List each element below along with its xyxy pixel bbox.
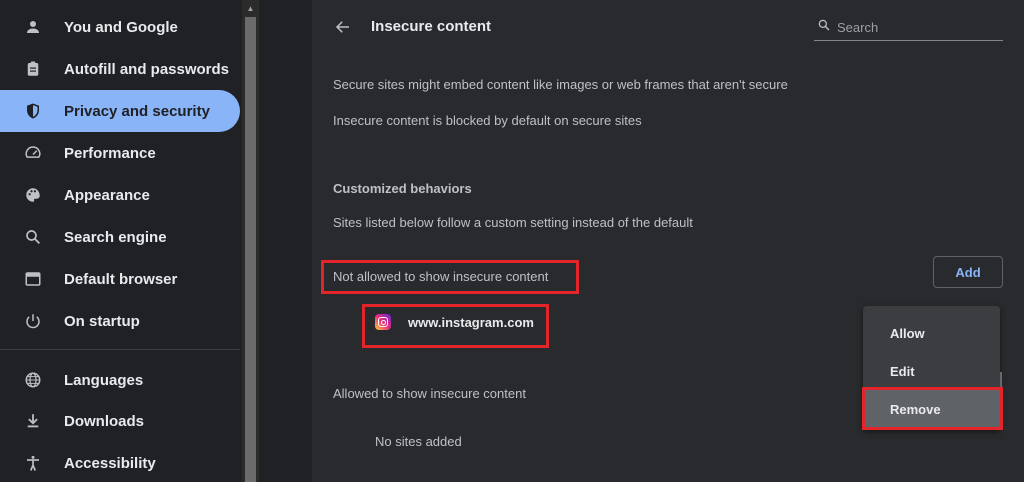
scroll-up-arrow-icon[interactable]: ▲ (242, 0, 259, 17)
sidebar-item-appearance[interactable]: Appearance (0, 174, 240, 216)
sidebar-item-label: Appearance (64, 186, 150, 204)
sidebar-item-label: Privacy and security (64, 102, 210, 120)
sidebar-item-autofill[interactable]: Autofill and passwords (0, 48, 240, 90)
scrollbar-thumb[interactable] (245, 17, 256, 482)
sidebar-divider (0, 349, 240, 350)
sidebar-item-downloads[interactable]: Downloads (0, 400, 240, 442)
sidebar-item-performance[interactable]: Performance (0, 132, 240, 174)
power-icon (24, 312, 42, 330)
sidebar-item-label: Downloads (64, 412, 145, 430)
accessibility-icon (24, 454, 42, 472)
search-input[interactable] (837, 19, 997, 35)
palette-icon (24, 186, 42, 204)
customized-behaviors-heading: Customized behaviors (333, 181, 472, 196)
sidebar-item-you-and-google[interactable]: You and Google (0, 6, 240, 48)
highlight-remove-item (862, 387, 1003, 430)
add-button[interactable]: Add (933, 256, 1003, 288)
sidebar-item-search-engine[interactable]: Search engine (0, 216, 240, 258)
highlight-not-allowed-heading (321, 260, 579, 294)
search-icon (24, 228, 42, 246)
sidebar-item-label: On startup (64, 312, 140, 330)
sidebar-item-label: You and Google (64, 18, 178, 36)
sidebar-item-on-startup[interactable]: On startup (0, 300, 240, 342)
menu-item-allow[interactable]: Allow (863, 314, 1000, 352)
download-icon (24, 412, 42, 430)
search-icon (814, 18, 837, 37)
no-sites-added: No sites added (375, 434, 462, 449)
back-arrow-icon[interactable] (334, 18, 352, 36)
customized-behaviors-description: Sites listed below follow a custom setti… (333, 215, 693, 230)
description-blocked-default: Insecure content is blocked by default o… (333, 113, 642, 128)
settings-page: You and Google Autofill and passwords Pr… (0, 0, 1024, 482)
sidebar-item-label: Autofill and passwords (64, 60, 230, 78)
sidebar-item-default-browser[interactable]: Default browser (0, 258, 240, 300)
sidebar: You and Google Autofill and passwords Pr… (0, 0, 242, 482)
sidebar-item-privacy-security[interactable]: Privacy and security (0, 90, 240, 132)
sidebar-item-label: Search engine (64, 228, 167, 246)
sidebar-item-label: Accessibility (64, 454, 156, 472)
sidebar-item-label: Default browser (64, 270, 178, 288)
allowed-heading: Allowed to show insecure content (333, 386, 526, 401)
menu-item-edit[interactable]: Edit (863, 352, 1000, 390)
highlight-instagram-site (362, 304, 549, 348)
speedometer-icon (24, 144, 42, 162)
sidebar-item-languages[interactable]: Languages (0, 359, 240, 401)
search-box[interactable] (814, 14, 1003, 41)
sidebar-item-label: Performance (64, 144, 156, 162)
clipboard-icon (24, 60, 42, 78)
sidebar-item-accessibility[interactable]: Accessibility (0, 442, 240, 482)
description-embed: Secure sites might embed content like im… (333, 77, 788, 92)
shield-icon (24, 102, 42, 120)
sidebar-scrollbar[interactable]: ▲ (242, 0, 259, 482)
globe-icon (24, 371, 42, 389)
person-icon (24, 18, 42, 36)
page-title: Insecure content (371, 18, 492, 35)
browser-icon (24, 270, 42, 288)
sidebar-item-label: Languages (64, 371, 144, 389)
